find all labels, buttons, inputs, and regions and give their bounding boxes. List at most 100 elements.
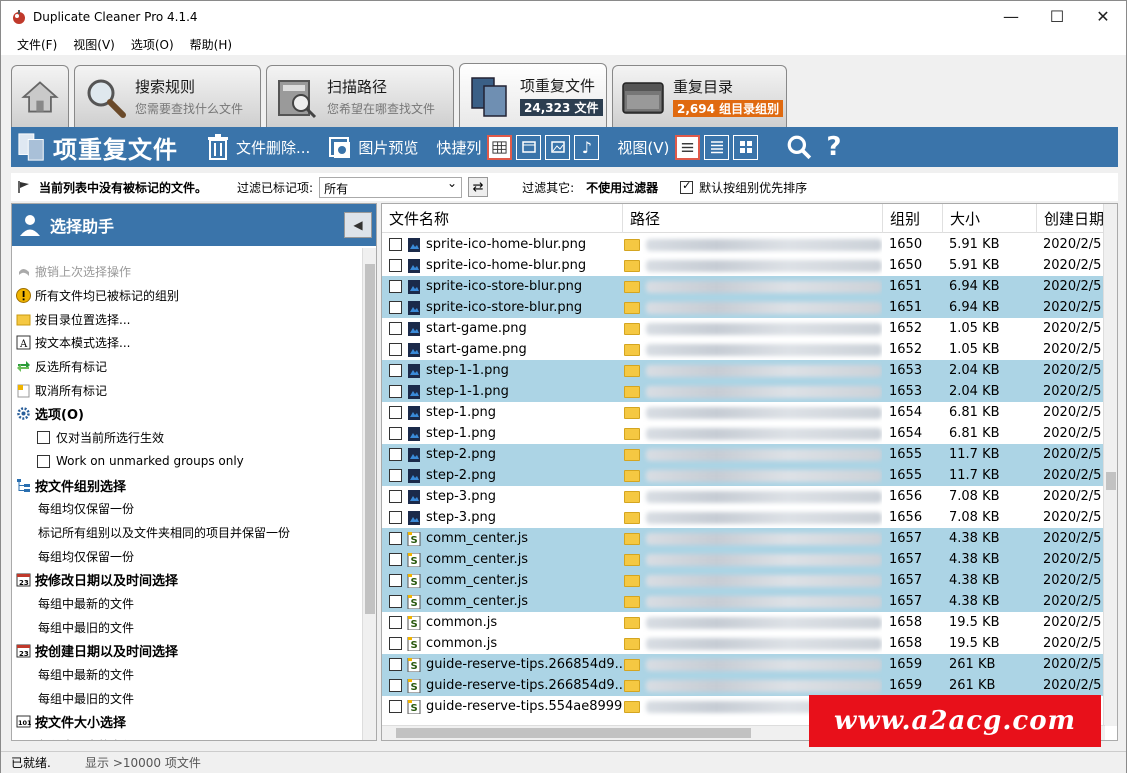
help-icon[interactable]: ? bbox=[826, 132, 841, 162]
assistant-item[interactable]: 撤销上次选择操作 bbox=[12, 260, 362, 284]
image-preview-button[interactable]: 图片预览 bbox=[328, 134, 418, 160]
row-checkbox[interactable] bbox=[389, 427, 402, 440]
table-row[interactable]: step-1-1.png 1653 2.04 KB 2020/2/5 bbox=[382, 360, 1105, 381]
assistant-item[interactable]: 每组中最大的文件 bbox=[12, 734, 362, 740]
table-row[interactable]: start-game.png 1652 1.05 KB 2020/2/5 bbox=[382, 318, 1105, 339]
table-vertical-thumb[interactable] bbox=[1106, 472, 1116, 490]
row-checkbox[interactable] bbox=[389, 616, 402, 629]
minimize-button[interactable]: — bbox=[988, 1, 1034, 31]
quickcol-image-button[interactable] bbox=[545, 134, 571, 160]
assistant-item[interactable]: 每组均仅保留一份 bbox=[12, 497, 362, 521]
quickcol-grid-button[interactable] bbox=[487, 134, 513, 160]
row-checkbox[interactable] bbox=[389, 280, 402, 293]
view-details-button[interactable] bbox=[704, 134, 730, 160]
assistant-option-checkbox[interactable] bbox=[37, 454, 50, 468]
table-row[interactable]: Scomm_center.js 1657 4.38 KB 2020/2/5 bbox=[382, 591, 1105, 612]
table-row[interactable]: Scomm_center.js 1657 4.38 KB 2020/2/5 bbox=[382, 528, 1105, 549]
assistant-item[interactable]: 标记所有组别以及文件夹相同的项目并保留一份 bbox=[12, 521, 362, 545]
assistant-item[interactable]: 每组中最旧的文件 bbox=[12, 686, 362, 710]
table-row[interactable]: step-1-1.png 1653 2.04 KB 2020/2/5 bbox=[382, 381, 1105, 402]
row-checkbox[interactable] bbox=[389, 553, 402, 566]
delete-files-button[interactable]: 文件删除... bbox=[206, 134, 310, 160]
table-vertical-scrollbar[interactable] bbox=[1103, 204, 1117, 726]
row-checkbox[interactable] bbox=[389, 532, 402, 545]
table-row[interactable]: step-1.png 1654 6.81 KB 2020/2/5 bbox=[382, 423, 1105, 444]
row-checkbox[interactable] bbox=[389, 406, 402, 419]
row-checkbox[interactable] bbox=[389, 490, 402, 503]
row-checkbox[interactable] bbox=[389, 679, 402, 692]
assistant-scrollbar[interactable] bbox=[362, 248, 376, 740]
assistant-item[interactable]: 每组中最旧的文件 bbox=[12, 615, 362, 639]
table-row[interactable]: sprite-ico-home-blur.png 1650 5.91 KB 2020/… bbox=[382, 234, 1105, 255]
row-checkbox[interactable] bbox=[389, 385, 402, 398]
close-button[interactable]: ✕ bbox=[1080, 1, 1126, 31]
quickcol-window-button[interactable] bbox=[516, 134, 542, 160]
row-checkbox[interactable] bbox=[389, 637, 402, 650]
row-checkbox[interactable] bbox=[389, 301, 402, 314]
table-row[interactable]: Scomm_center.js 1657 4.38 KB 2020/2/5 bbox=[382, 549, 1105, 570]
row-checkbox[interactable] bbox=[389, 322, 402, 335]
refresh-button[interactable]: ⇄ bbox=[468, 177, 489, 197]
assistant-option-checkbox[interactable] bbox=[37, 431, 50, 445]
quickcol-music-button[interactable]: ♪ bbox=[574, 134, 600, 160]
table-row[interactable]: step-1.png 1654 6.81 KB 2020/2/5 bbox=[382, 402, 1105, 423]
table-row[interactable]: Scomm_center.js 1657 4.38 KB 2020/2/5 bbox=[382, 570, 1105, 591]
row-checkbox[interactable] bbox=[389, 658, 402, 671]
menu-view[interactable]: 视图(V) bbox=[65, 36, 123, 53]
column-header-name[interactable]: 文件名称 bbox=[382, 204, 623, 233]
table-row[interactable]: Scommon.js 1658 19.5 KB 2020/2/5 bbox=[382, 612, 1105, 633]
search-icon[interactable] bbox=[786, 134, 812, 160]
row-checkbox[interactable] bbox=[389, 511, 402, 524]
assistant-item[interactable]: A 按文本模式选择... bbox=[12, 331, 362, 355]
table-row[interactable]: sprite-ico-store-blur.png 1651 6.94 KB 2020… bbox=[382, 276, 1105, 297]
maximize-button[interactable]: ☐ bbox=[1034, 1, 1080, 31]
filter-marked-select[interactable]: 所有 bbox=[319, 176, 463, 198]
row-checkbox[interactable] bbox=[389, 238, 402, 251]
menu-help[interactable]: 帮助(H) bbox=[182, 36, 240, 53]
menu-file[interactable]: 文件(F) bbox=[9, 36, 65, 53]
row-checkbox[interactable] bbox=[389, 259, 402, 272]
assistant-item[interactable]: Work on unmarked groups only bbox=[12, 450, 362, 474]
row-checkbox[interactable] bbox=[389, 343, 402, 356]
collapse-panel-button[interactable]: ◀ bbox=[344, 212, 372, 238]
assistant-item[interactable]: 反选所有标记 bbox=[12, 355, 362, 379]
table-row[interactable]: step-3.png 1656 7.08 KB 2020/2/5 bbox=[382, 486, 1105, 507]
row-checkbox[interactable] bbox=[389, 448, 402, 461]
table-row[interactable]: Sguide-reserve-tips.266854d9... 1659 261 K… bbox=[382, 675, 1105, 696]
sort-by-group-checkbox[interactable] bbox=[680, 179, 694, 194]
table-row[interactable]: step-2.png 1655 11.7 KB 2020/2/5 bbox=[382, 444, 1105, 465]
row-checkbox[interactable] bbox=[389, 595, 402, 608]
table-row[interactable]: sprite-ico-store-blur.png 1651 6.94 KB 2020… bbox=[382, 297, 1105, 318]
row-checkbox[interactable] bbox=[389, 469, 402, 482]
assistant-item[interactable]: 所有文件均已被标记的组别 bbox=[12, 284, 362, 308]
view-thumbnails-button[interactable] bbox=[733, 134, 759, 160]
assistant-item[interactable]: 每组均仅保留一份 bbox=[12, 544, 362, 568]
assistant-item[interactable]: 每组中最新的文件 bbox=[12, 592, 362, 616]
filter-other-link[interactable]: 不使用过滤器 bbox=[586, 179, 658, 196]
tab-home[interactable] bbox=[11, 65, 69, 127]
row-checkbox[interactable] bbox=[389, 364, 402, 377]
tab-duplicate-files[interactable]: 项重复文件 24,323 文件 bbox=[459, 63, 607, 127]
row-checkbox[interactable] bbox=[389, 574, 402, 587]
row-checkbox[interactable] bbox=[389, 700, 402, 713]
column-header-size[interactable]: 大小 bbox=[943, 204, 1037, 233]
column-header-group[interactable]: 组别 bbox=[883, 204, 943, 233]
table-row[interactable]: sprite-ico-home-blur.png 1650 5.91 KB 2020/… bbox=[382, 255, 1105, 276]
assistant-scroll-thumb[interactable] bbox=[365, 264, 375, 614]
view-menu-label[interactable]: 视图(V) bbox=[617, 137, 669, 158]
menu-options[interactable]: 选项(O) bbox=[123, 36, 182, 53]
tab-scan-paths[interactable]: 扫描路径 您希望在哪查找文件 bbox=[266, 65, 454, 127]
table-row[interactable]: step-2.png 1655 11.7 KB 2020/2/5 bbox=[382, 465, 1105, 486]
column-header-path[interactable]: 路径 bbox=[623, 204, 883, 233]
table-row[interactable]: start-game.png 1652 1.05 KB 2020/2/5 bbox=[382, 339, 1105, 360]
assistant-item[interactable]: 按目录位置选择... bbox=[12, 307, 362, 331]
table-horizontal-thumb[interactable] bbox=[396, 728, 751, 738]
tab-duplicate-folders[interactable]: 重复目录 2,694 组目录组别 bbox=[612, 65, 787, 127]
assistant-item[interactable]: 取消所有标记 bbox=[12, 378, 362, 402]
assistant-item[interactable]: 每组中最新的文件 bbox=[12, 663, 362, 687]
table-row[interactable]: Sguide-reserve-tips.266854d9... 1659 261 K… bbox=[382, 654, 1105, 675]
view-list-button[interactable] bbox=[675, 134, 701, 160]
assistant-item[interactable]: 仅对当前所选行生效 bbox=[12, 426, 362, 450]
table-row[interactable]: Scommon.js 1658 19.5 KB 2020/2/5 bbox=[382, 633, 1105, 654]
table-row[interactable]: step-3.png 1656 7.08 KB 2020/2/5 bbox=[382, 507, 1105, 528]
